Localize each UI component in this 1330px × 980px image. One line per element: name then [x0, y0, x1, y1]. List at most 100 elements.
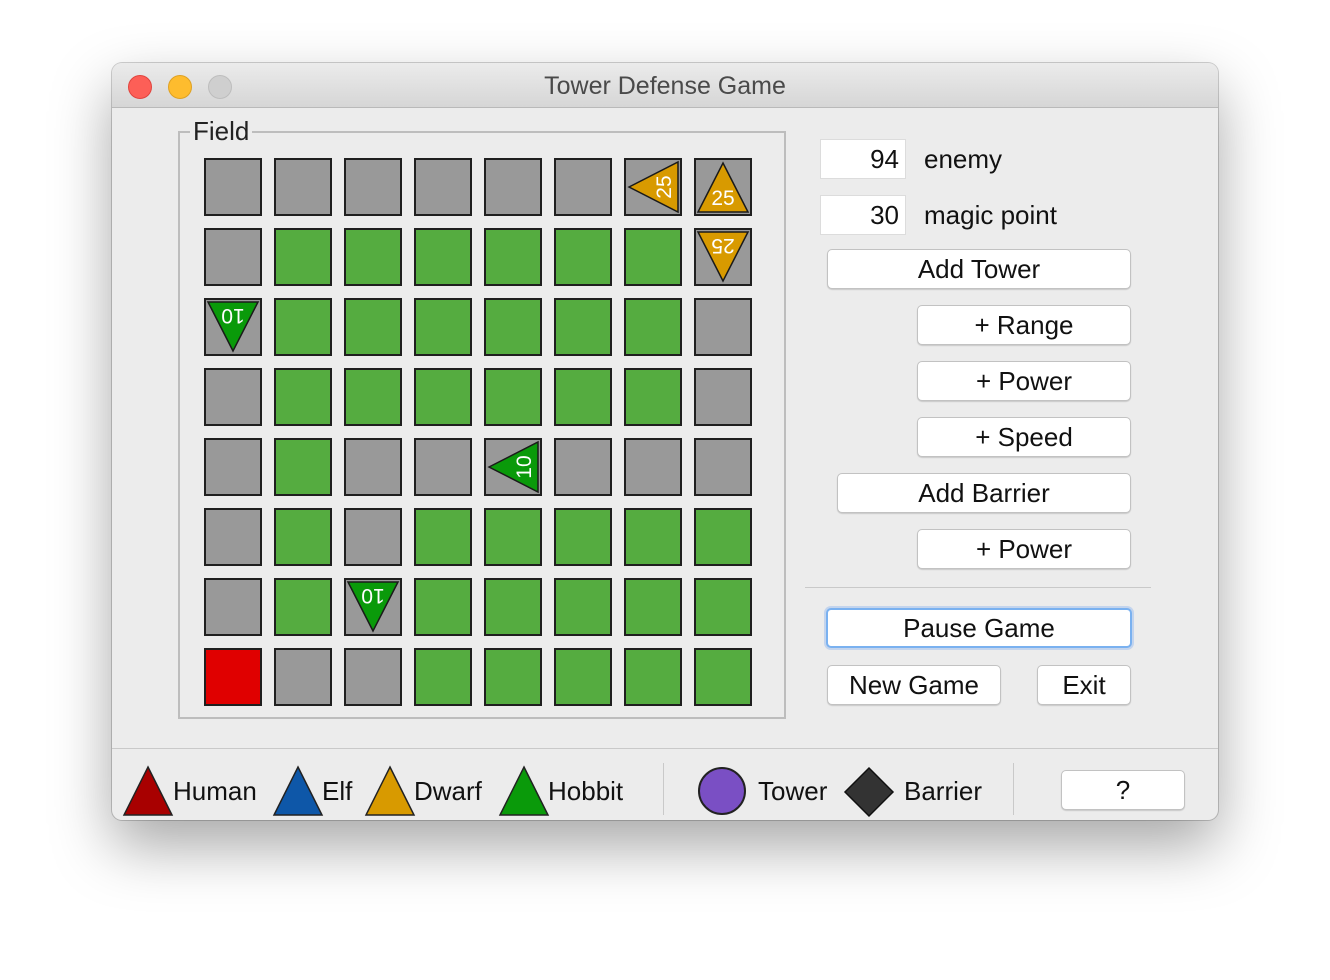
grass-cell[interactable] [484, 228, 542, 286]
grass-cell[interactable] [624, 298, 682, 356]
pause-game-button[interactable]: Pause Game [826, 608, 1132, 648]
grass-cell[interactable] [624, 648, 682, 706]
legend-human-label: Human [173, 776, 257, 806]
grass-cell[interactable] [274, 368, 332, 426]
grass-cell[interactable] [414, 368, 472, 426]
title-bar: Tower Defense Game [112, 63, 1218, 108]
road-cell[interactable] [694, 298, 752, 356]
legend-hobbit-label: Hobbit [548, 776, 624, 806]
grass-cell[interactable] [554, 298, 612, 356]
magic-point-field: 30 [820, 195, 906, 235]
grass-cell[interactable] [274, 508, 332, 566]
road-cell[interactable] [274, 648, 332, 706]
grass-cell[interactable] [344, 368, 402, 426]
grass-cell[interactable] [554, 578, 612, 636]
grass-cell[interactable] [694, 648, 752, 706]
hobbit-enemy-4: 10 [487, 440, 539, 494]
grass-cell[interactable] [414, 648, 472, 706]
barrier-icon [843, 766, 895, 818]
road-cell[interactable] [344, 158, 402, 216]
road-cell[interactable] [204, 368, 262, 426]
road-cell[interactable] [204, 158, 262, 216]
grass-cell[interactable] [274, 228, 332, 286]
barrier-power-button[interactable]: + Power [917, 529, 1131, 569]
road-cell[interactable]: 25 [624, 158, 682, 216]
base-cell[interactable] [204, 648, 262, 706]
road-cell[interactable] [204, 438, 262, 496]
grass-cell[interactable] [554, 648, 612, 706]
legend-elf-label: Elf [322, 776, 353, 806]
grass-cell[interactable] [414, 578, 472, 636]
dwarf-enemy-0: 25 [627, 160, 679, 214]
enemy-hp-label: 25 [711, 187, 734, 210]
road-cell[interactable] [484, 158, 542, 216]
exit-button[interactable]: Exit [1037, 665, 1131, 705]
controls-separator [805, 587, 1151, 588]
road-cell[interactable]: 25 [694, 228, 752, 286]
road-cell[interactable] [344, 508, 402, 566]
dwarf-enemy-2: 25 [696, 231, 750, 283]
road-cell[interactable]: 10 [484, 438, 542, 496]
grass-cell[interactable] [554, 368, 612, 426]
new-game-button[interactable]: New Game [827, 665, 1001, 705]
grass-cell[interactable] [344, 298, 402, 356]
road-cell[interactable] [694, 368, 752, 426]
grass-cell[interactable] [554, 228, 612, 286]
grass-cell[interactable] [624, 228, 682, 286]
enemy-count-field: 94 [820, 139, 906, 179]
road-cell[interactable] [554, 438, 612, 496]
grass-cell[interactable] [484, 508, 542, 566]
road-cell[interactable]: 10 [204, 298, 262, 356]
grass-cell[interactable] [274, 298, 332, 356]
road-cell[interactable]: 25 [694, 158, 752, 216]
road-cell[interactable] [344, 438, 402, 496]
hobbit-enemy-5: 10 [346, 581, 400, 633]
enemy-count-label: enemy [924, 144, 1003, 174]
tower-range-button[interactable]: + Range [917, 305, 1131, 345]
grass-cell[interactable] [484, 578, 542, 636]
road-cell[interactable] [624, 438, 682, 496]
legend-dwarf-label: Dwarf [414, 776, 482, 806]
enemy-hp-label: 25 [711, 234, 734, 257]
road-cell[interactable] [414, 438, 472, 496]
grass-cell[interactable] [694, 578, 752, 636]
grass-cell[interactable] [274, 438, 332, 496]
grass-cell[interactable] [624, 508, 682, 566]
grass-cell[interactable] [624, 578, 682, 636]
legend-divider-1 [663, 763, 664, 815]
road-cell[interactable] [554, 158, 612, 216]
help-button[interactable]: ? [1061, 770, 1185, 810]
tower-speed-button[interactable]: + Speed [917, 417, 1131, 457]
grass-cell[interactable] [344, 228, 402, 286]
enemy-hp-label: 25 [653, 175, 676, 198]
grass-cell[interactable] [414, 508, 472, 566]
add-tower-button[interactable]: Add Tower [827, 249, 1131, 289]
elf-icon [272, 765, 324, 816]
legend-tower-label: Tower [758, 776, 828, 806]
grass-cell[interactable] [554, 508, 612, 566]
road-cell[interactable] [344, 648, 402, 706]
grass-cell[interactable] [414, 298, 472, 356]
road-cell[interactable] [274, 158, 332, 216]
tower-power-button[interactable]: + Power [917, 361, 1131, 401]
grass-cell[interactable] [274, 578, 332, 636]
add-barrier-button[interactable]: Add Barrier [837, 473, 1131, 513]
road-cell[interactable] [204, 508, 262, 566]
hobbit-enemy-3: 10 [206, 301, 260, 353]
road-cell[interactable] [694, 438, 752, 496]
grass-cell[interactable] [414, 228, 472, 286]
legend-barrier-label: Barrier [904, 776, 983, 806]
legend-separator [112, 748, 1218, 749]
grass-cell[interactable] [484, 648, 542, 706]
road-cell[interactable] [204, 578, 262, 636]
grass-cell[interactable] [484, 368, 542, 426]
grass-cell[interactable] [694, 508, 752, 566]
road-cell[interactable]: 10 [344, 578, 402, 636]
human-icon [122, 765, 174, 816]
enemy-hp-label: 10 [361, 584, 384, 607]
magic-point-label: magic point [924, 200, 1057, 230]
grass-cell[interactable] [484, 298, 542, 356]
road-cell[interactable] [204, 228, 262, 286]
road-cell[interactable] [414, 158, 472, 216]
grass-cell[interactable] [624, 368, 682, 426]
